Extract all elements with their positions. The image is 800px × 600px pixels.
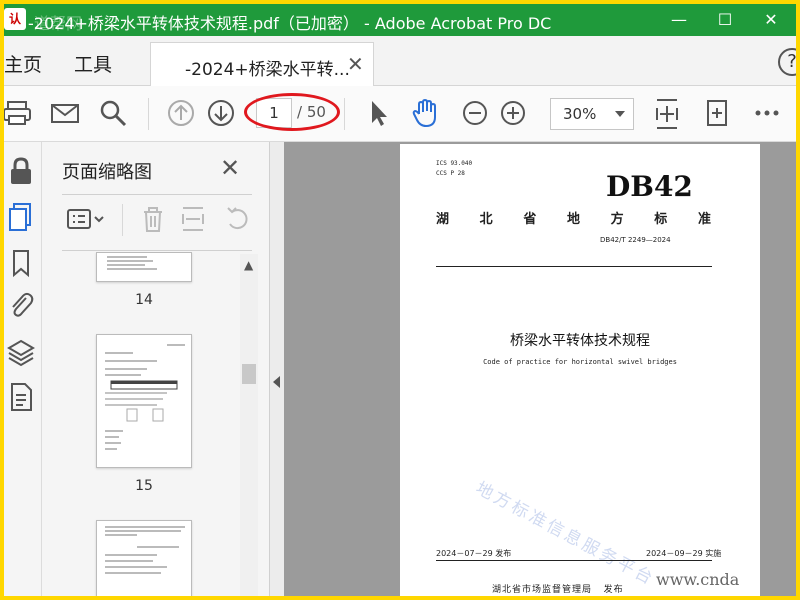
next-page-icon[interactable] xyxy=(206,98,236,128)
page-thumbnails-icon[interactable] xyxy=(6,202,36,232)
document-title: 桥梁水平转体技术规程 xyxy=(510,333,650,349)
document-tab-label: -2024+桥梁水平转... xyxy=(185,60,350,80)
db-mark: DB42 xyxy=(606,170,693,203)
document-view[interactable]: ICS 93.040 CCS P 28 DB42 湖 北 省 地 方 标 准 D… xyxy=(284,142,796,596)
page-watermark: 地方标准信息服务平台 xyxy=(472,478,659,590)
attachment-icon[interactable] xyxy=(6,290,36,320)
select-cursor-icon[interactable] xyxy=(364,98,394,128)
panel-divider xyxy=(62,250,252,251)
help-button[interactable]: ? xyxy=(778,48,796,76)
window-title: -2024+桥梁水平转体技术规程.pdf（已加密） - Adobe Acroba… xyxy=(28,14,552,33)
print-icon[interactable] xyxy=(4,98,32,128)
close-window-button[interactable]: ✕ xyxy=(748,4,794,36)
document-properties-icon[interactable] xyxy=(6,382,36,412)
tab-tools[interactable]: 工具 xyxy=(74,50,112,77)
highlight-oval xyxy=(244,93,340,131)
ccs-code: CCS P 28 xyxy=(436,170,465,177)
thumbnail-panel: 页面缩略图 ✕ 14 15 ▲ xyxy=(42,142,270,596)
standard-code: DB42/T 2249—2024 xyxy=(600,236,671,244)
zoom-out-icon[interactable] xyxy=(460,98,490,128)
footer-rule xyxy=(436,560,712,561)
tab-bar: 主页 工具 -2024+桥梁水平转... ✕ ? xyxy=(4,36,796,86)
app-icon: 认 xyxy=(4,8,26,30)
lock-icon[interactable] xyxy=(6,156,36,186)
fit-page-icon[interactable] xyxy=(652,96,682,132)
tab-home[interactable]: 主页 xyxy=(4,50,42,77)
thumbnail-scrollbar[interactable]: ▲ xyxy=(240,254,258,596)
chevron-left-icon xyxy=(273,376,280,388)
hand-tool-icon[interactable] xyxy=(410,98,440,128)
title-bar: 认 -2024+桥梁水平转体技术规程.pdf（已加密） - Adobe Acro… xyxy=(4,4,796,36)
zoom-select[interactable]: 30% xyxy=(550,98,634,130)
scrollbar-thumb[interactable] xyxy=(242,364,256,384)
more-options-icon[interactable] xyxy=(752,98,782,128)
pdf-page: ICS 93.040 CCS P 28 DB42 湖 北 省 地 方 标 准 D… xyxy=(400,144,760,596)
standard-type-heading: 湖 北 省 地 方 标 准 xyxy=(436,212,712,227)
email-icon[interactable] xyxy=(50,98,80,128)
rotate-page-icon[interactable] xyxy=(222,204,252,234)
page-thumbnail-15[interactable] xyxy=(96,334,192,468)
navigation-rail xyxy=(4,142,42,596)
acrobat-window: 认 -2024+桥梁水平转体技术规程.pdf（已加密） - Adobe Acro… xyxy=(4,4,796,596)
close-tab-icon[interactable]: ✕ xyxy=(347,52,364,76)
scroll-up-icon[interactable]: ▲ xyxy=(244,258,253,272)
thumbnail-list: 14 15 xyxy=(42,252,242,596)
panel-title: 页面缩略图 xyxy=(62,162,152,183)
implement-date: 2024－09－29 实施 xyxy=(646,549,722,558)
search-icon[interactable] xyxy=(98,98,128,128)
bookmark-icon[interactable] xyxy=(6,248,36,278)
watermark-text: 道帮网 xyxy=(34,14,83,33)
previous-page-icon[interactable] xyxy=(166,98,196,128)
close-panel-icon[interactable]: ✕ xyxy=(220,154,240,182)
zoom-value: 30% xyxy=(563,105,597,123)
thumbnail-label: 15 xyxy=(135,478,153,494)
insert-page-icon[interactable] xyxy=(178,204,208,234)
site-watermark: www.cnda xyxy=(656,570,740,589)
document-subtitle: Code of practice for horizontal swivel b… xyxy=(483,358,677,366)
ics-code: ICS 93.040 xyxy=(436,160,473,167)
maximize-button[interactable]: ☐ xyxy=(702,4,748,36)
document-tab[interactable]: -2024+桥梁水平转... ✕ xyxy=(150,42,374,86)
rotate-view-icon[interactable] xyxy=(702,98,732,128)
delete-page-icon[interactable] xyxy=(138,204,168,234)
thumbnail-label: 14 xyxy=(135,292,153,308)
issuer: 湖北省市场监督管理局 发布 xyxy=(492,585,624,595)
thumbnail-options-icon[interactable] xyxy=(66,204,106,234)
page-thumbnail-16[interactable] xyxy=(96,520,192,596)
page-thumbnail-14[interactable] xyxy=(96,252,192,282)
publish-date: 2024－07－29 发布 xyxy=(436,549,512,558)
collapse-panel-handle[interactable] xyxy=(270,142,284,596)
panel-separator xyxy=(122,204,123,236)
toolbar-separator xyxy=(344,98,345,130)
header-rule xyxy=(436,266,712,267)
toolbar: 1 / 50 30% xyxy=(4,86,796,142)
chevron-down-icon xyxy=(615,111,625,117)
toolbar-separator xyxy=(148,98,149,130)
zoom-in-icon[interactable] xyxy=(498,98,528,128)
minimize-button[interactable]: — xyxy=(656,4,702,36)
panel-divider xyxy=(62,194,252,195)
layers-icon[interactable] xyxy=(6,338,36,368)
